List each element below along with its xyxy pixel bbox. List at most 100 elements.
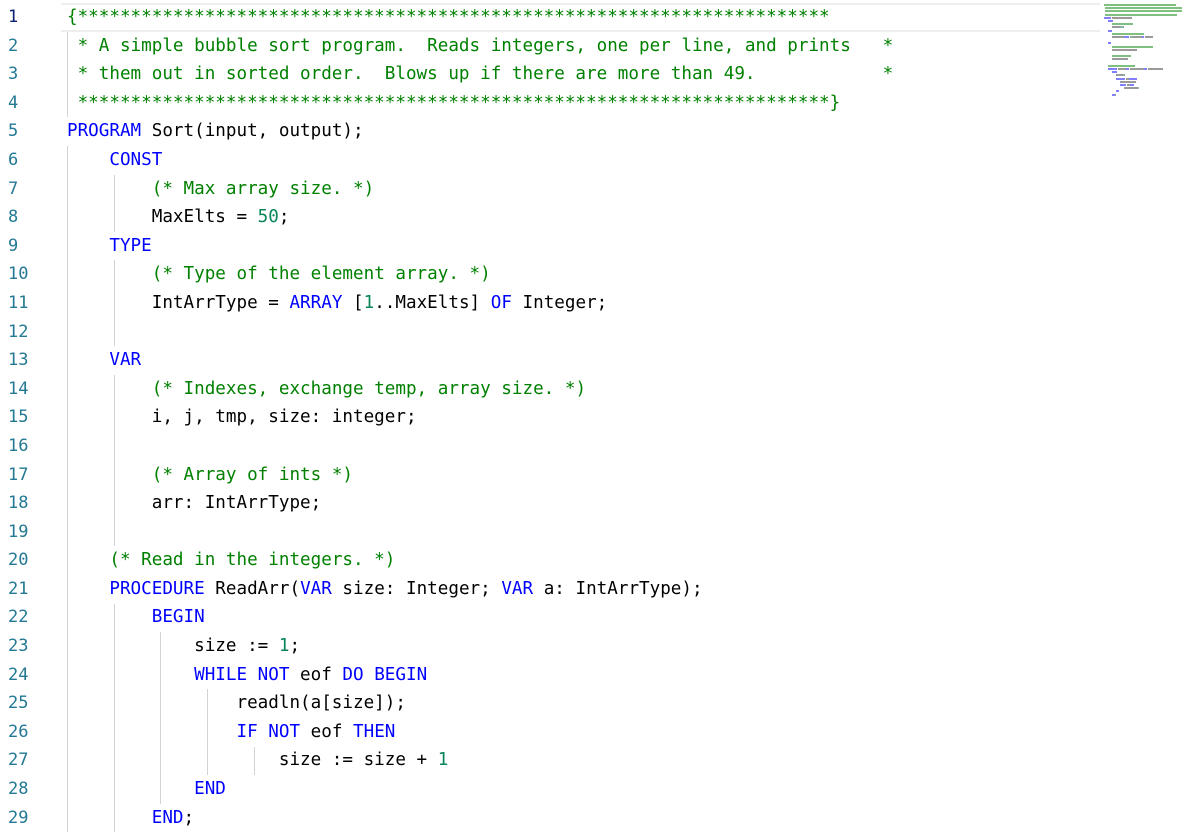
code-line[interactable]: * A simple bubble sort program. Reads in… — [67, 32, 1100, 61]
code-line[interactable]: (* Max array size. *) — [67, 175, 1100, 204]
code-line[interactable]: PROCEDURE ReadArr(VAR size: Integer; VAR… — [67, 575, 1100, 604]
code-line[interactable]: arr: IntArrType; — [67, 489, 1100, 518]
text-token: size := — [67, 636, 279, 657]
minimap-token — [1118, 68, 1126, 70]
line-number: 14 — [8, 378, 29, 399]
code-line[interactable]: IF NOT eof THEN — [67, 718, 1100, 747]
code-line[interactable]: (* Type of the element array. *) — [67, 260, 1100, 289]
number-token: 1 — [278, 636, 290, 657]
keyword-token: END — [151, 807, 184, 828]
code-area[interactable]: {***************************************… — [61, 3, 1100, 833]
minimap-token — [1120, 80, 1136, 83]
text-token: eof — [300, 721, 354, 742]
text-token: IntArrType = — [67, 292, 290, 313]
indent-guide — [254, 746, 255, 776]
text-token: [ — [342, 292, 364, 313]
comment-token: {***************************************… — [67, 7, 830, 27]
code-line[interactable]: size := size + 1 — [67, 746, 1100, 775]
text-token: size := size + — [67, 750, 438, 771]
code-line[interactable] — [67, 432, 1100, 461]
minimap-token — [1124, 74, 1125, 77]
minimap-token — [1138, 87, 1139, 90]
comment-token: (* Max array size. *) — [151, 178, 375, 199]
minimap-token — [1116, 74, 1123, 77]
code-line[interactable]: VAR — [67, 346, 1100, 375]
number-token: 50 — [257, 207, 279, 228]
line-number: 1 — [8, 7, 19, 27]
code-line[interactable]: size := 1; — [67, 632, 1100, 661]
line-number: 20 — [8, 550, 29, 571]
text-token: readln(a[size]); — [67, 693, 406, 714]
keyword-token: VAR — [109, 350, 142, 371]
code-line[interactable]: BEGIN — [67, 603, 1100, 632]
minimap-token — [1145, 36, 1153, 38]
code-line[interactable] — [67, 518, 1100, 547]
code-line[interactable]: WHILE NOT eof DO BEGIN — [67, 661, 1100, 690]
keyword-token: END — [194, 779, 226, 800]
indent-guide — [67, 31, 68, 118]
line-number: 16 — [8, 435, 29, 456]
indent-guide — [207, 689, 208, 776]
line-number: 21 — [8, 578, 29, 599]
code-line[interactable]: i, j, tmp, size: integer; — [67, 403, 1100, 432]
code-line[interactable]: (* Array of ints *) — [67, 461, 1100, 490]
minimap-token — [1112, 32, 1144, 35]
line-number: 13 — [8, 350, 29, 371]
line-number: 28 — [8, 779, 29, 800]
code-editor[interactable]: 1 2 3 4 5 6 7 8 9 10 11 12 13 14 15 16 17 18 19 20 21 22 23 24 2… — [0, 0, 1100, 836]
minimap-token — [1112, 58, 1128, 61]
code-line[interactable]: ****************************************… — [67, 89, 1100, 118]
code-line[interactable]: (* Read in the integers. *) — [67, 546, 1100, 575]
comment-token: (* Type of the element array. *) — [151, 264, 491, 285]
minimap-token — [1108, 64, 1135, 67]
minimap-token — [1124, 36, 1129, 38]
minimap-token — [1124, 87, 1138, 90]
line-number: 18 — [8, 493, 29, 514]
minimap-token — [1126, 68, 1129, 70]
code-line[interactable]: * them out in sorted order. Blows up if … — [67, 60, 1100, 89]
code-line[interactable]: PROGRAM Sort(input, output); — [67, 117, 1100, 146]
line-number: 29 — [8, 807, 29, 828]
number-token: 1 — [437, 750, 449, 771]
minimap-token — [1105, 10, 1182, 13]
text-token: ReadArr( — [204, 578, 301, 599]
comment-token: (* Indexes, exchange temp, array size. *… — [151, 378, 587, 399]
code-line[interactable]: readln(a[size]); — [67, 689, 1100, 718]
line-number: 2 — [8, 35, 19, 56]
comment-token: (* Read in the integers. *) — [109, 550, 396, 571]
code-line[interactable]: (* Indexes, exchange temp, array size. *… — [67, 375, 1100, 404]
minimap-token — [1148, 68, 1163, 70]
comment-token: ****************************************… — [67, 92, 841, 113]
text-token: size: Integer; — [331, 578, 502, 599]
minimap-token — [1132, 36, 1142, 38]
minimap[interactable] — [1100, 0, 1191, 836]
text-token: Sort(input, output); — [141, 121, 364, 142]
code-line[interactable]: TYPE — [67, 232, 1100, 261]
minimap-token — [1112, 48, 1137, 51]
text-token: ; — [278, 207, 290, 228]
code-line[interactable]: END; — [67, 804, 1100, 833]
code-line[interactable]: IntArrType = ARRAY [1..MaxElts] OF Integ… — [67, 289, 1100, 318]
minimap-token — [1112, 71, 1117, 74]
line-number: 22 — [8, 607, 29, 628]
keyword-token: OF — [490, 292, 512, 313]
code-line[interactable]: END — [67, 775, 1100, 804]
indent-guide — [114, 603, 115, 833]
line-number: 7 — [8, 178, 19, 199]
code-line[interactable]: MaxElts = 50; — [67, 203, 1100, 232]
indent-guide — [114, 374, 115, 547]
line-number: 9 — [8, 235, 19, 256]
minimap-token — [1130, 84, 1134, 86]
code-line[interactable]: {***************************************… — [61, 3, 1100, 32]
line-number: 23 — [8, 636, 29, 657]
text-token: i, j, tmp, size: integer; — [67, 407, 417, 428]
code-line[interactable] — [67, 318, 1100, 347]
code-line[interactable]: CONST — [67, 146, 1100, 175]
